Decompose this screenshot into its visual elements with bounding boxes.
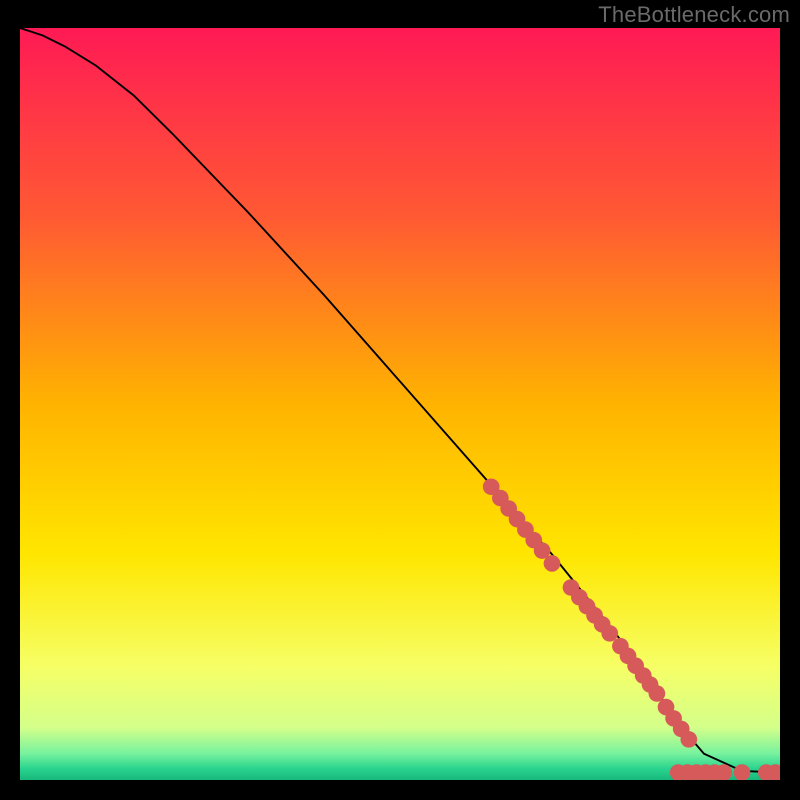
chart-plot-area: [20, 28, 780, 780]
data-dot: [601, 625, 618, 642]
data-dot: [649, 685, 666, 702]
data-dot: [680, 731, 697, 748]
data-dot: [544, 555, 561, 572]
data-dot: [734, 764, 751, 780]
data-dot: [715, 764, 732, 780]
chart-svg: [20, 28, 780, 780]
chart-frame: TheBottleneck.com: [0, 0, 800, 800]
attribution-label: TheBottleneck.com: [598, 2, 790, 28]
gradient-background: [20, 28, 780, 780]
